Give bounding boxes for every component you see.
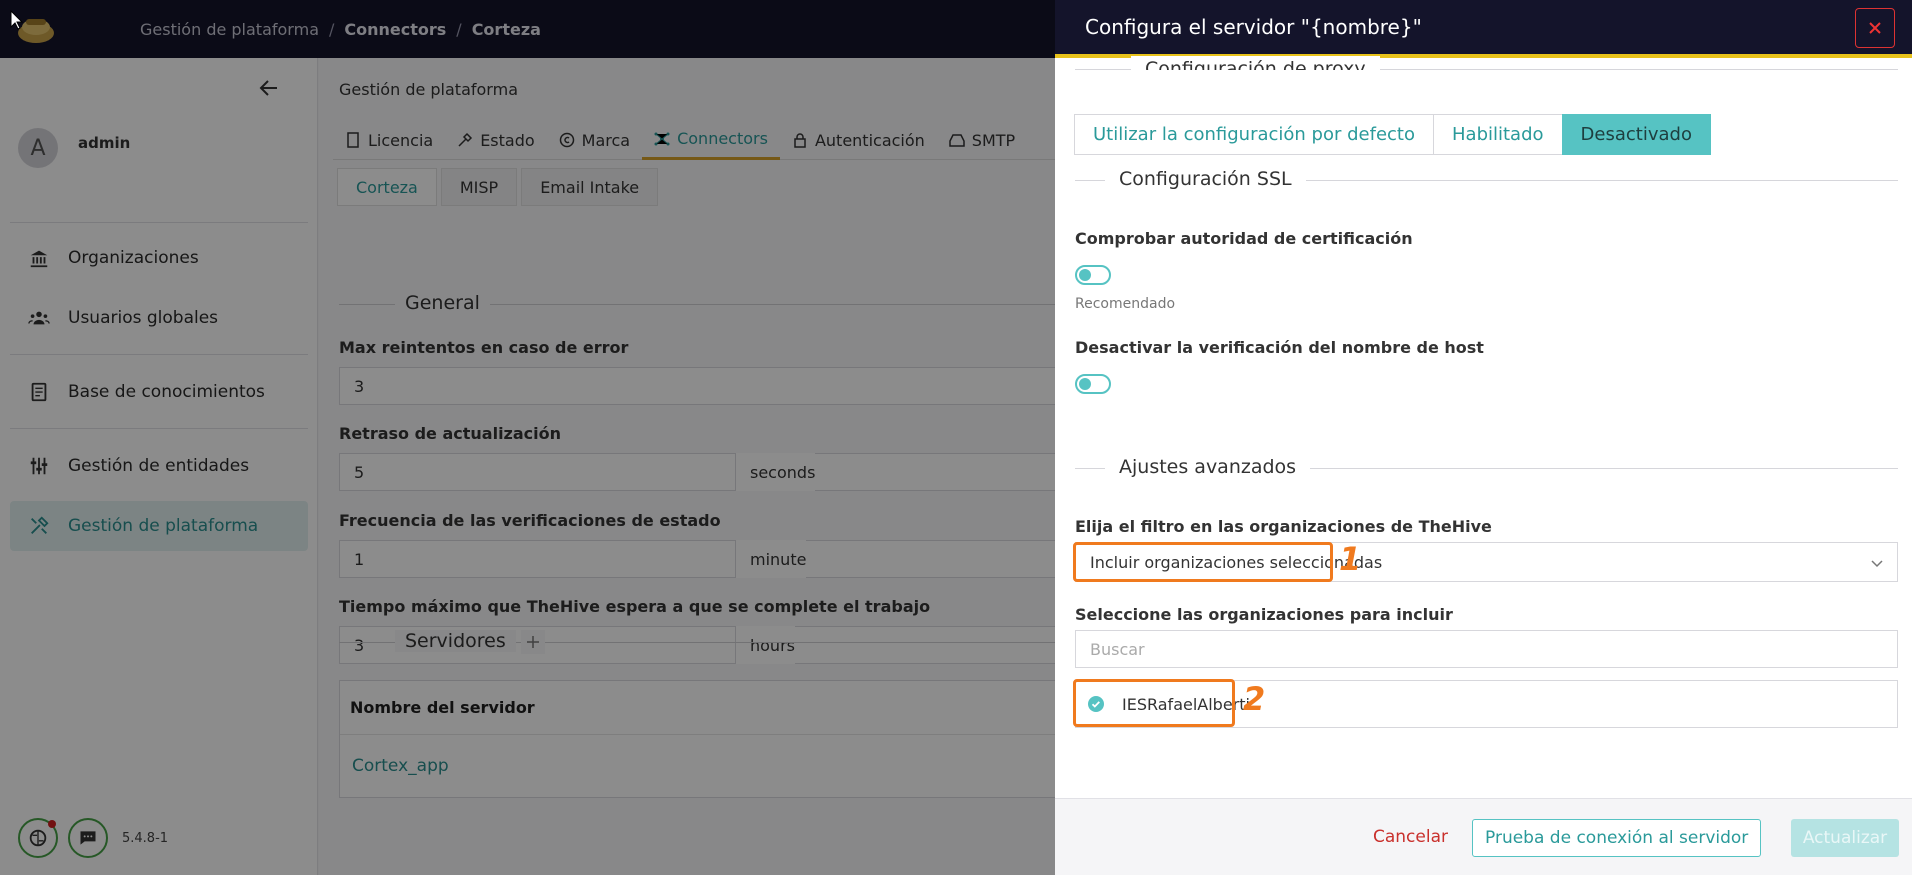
close-icon: [1869, 22, 1881, 34]
drawer-header: Configura el servidor "{nombre}": [1055, 0, 1912, 58]
org-search-input[interactable]: [1075, 630, 1898, 668]
drawer-footer: Cancelar Prueba de conexión al servidor …: [1055, 798, 1912, 875]
section-title-advanced: Ajustes avanzados: [1105, 456, 1311, 478]
annotation-number-2: 2: [1243, 680, 1266, 718]
proxy-option-disabled[interactable]: Desactivado: [1561, 114, 1711, 155]
check-ca-hint: Recomendado: [1075, 296, 1176, 312]
toggle-knob: [1079, 378, 1091, 390]
proxy-option-enabled[interactable]: Habilitado: [1433, 114, 1563, 155]
disable-hostname-label: Desactivar la verificación del nombre de…: [1075, 338, 1484, 357]
disable-hostname-toggle[interactable]: [1075, 374, 1111, 394]
orgs-include-label: Seleccione las organizaciones para inclu…: [1075, 605, 1453, 624]
proxy-segmented-control: Utilizar la configuración por defecto Ha…: [1074, 114, 1711, 155]
chevron-down-icon: [1871, 560, 1883, 568]
check-ca-label: Comprobar autoridad de certificación: [1075, 229, 1413, 248]
section-title-ssl: Configuración SSL: [1105, 168, 1306, 190]
annotation-highlight-1: [1073, 542, 1333, 582]
check-ca-toggle[interactable]: [1075, 265, 1111, 285]
modal-backdrop[interactable]: [0, 0, 1055, 875]
test-connection-button[interactable]: Prueba de conexión al servidor: [1472, 819, 1762, 857]
org-filter-label: Elija el filtro en las organizaciones de…: [1075, 517, 1492, 536]
drawer-title: Configura el servidor "{nombre}": [1085, 15, 1422, 39]
update-button[interactable]: Actualizar: [1791, 819, 1899, 857]
section-title-proxy: Configuración de proxy: [1131, 56, 1380, 70]
cancel-button[interactable]: Cancelar: [1373, 819, 1448, 855]
annotation-number-1: 1: [1339, 540, 1362, 578]
close-button[interactable]: [1855, 8, 1895, 48]
annotation-highlight-2: [1073, 679, 1235, 727]
mouse-cursor-icon: [10, 10, 24, 30]
server-config-drawer: Configura el servidor "{nombre}" Configu…: [1055, 0, 1912, 875]
proxy-option-default[interactable]: Utilizar la configuración por defecto: [1074, 114, 1434, 155]
toggle-knob: [1079, 269, 1091, 281]
